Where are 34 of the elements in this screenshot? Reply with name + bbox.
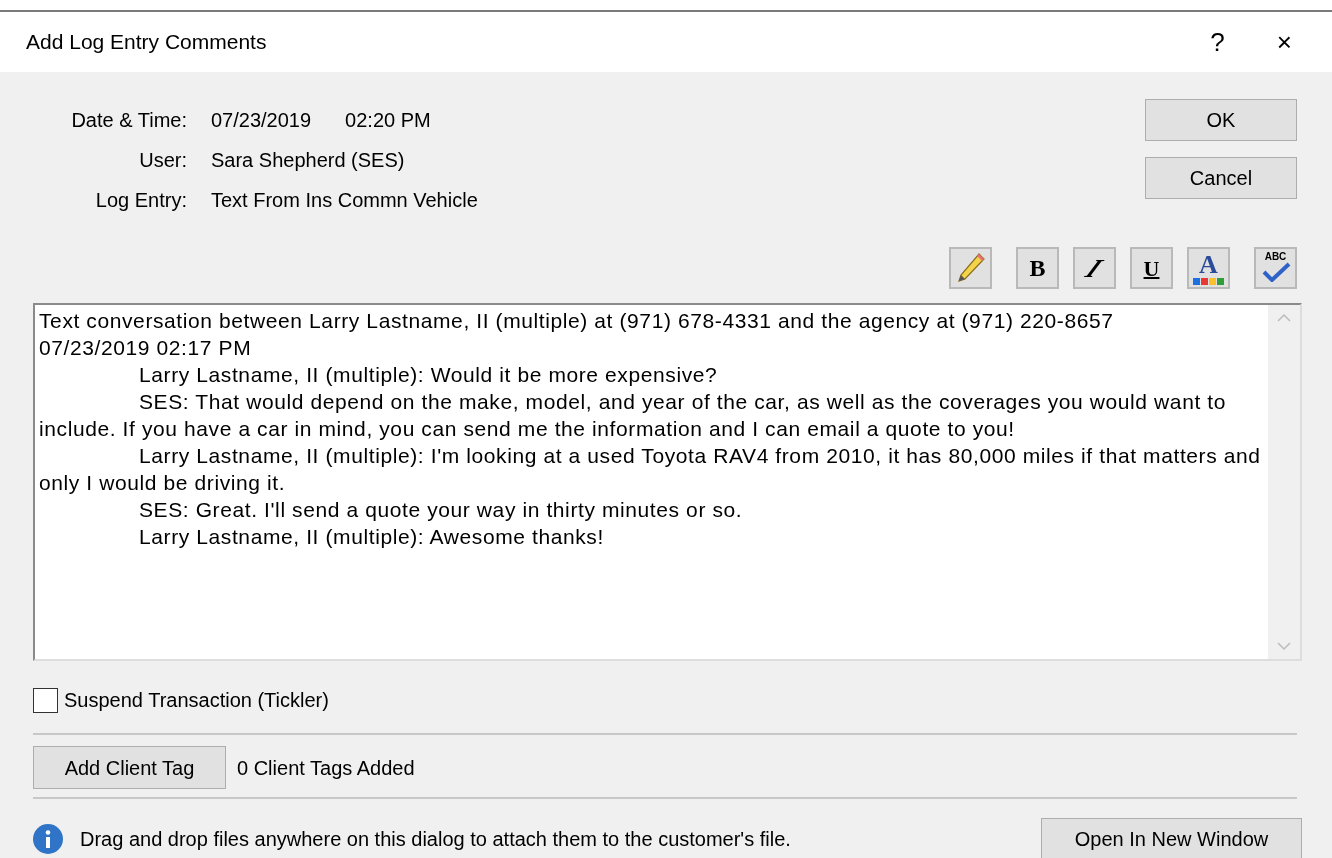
comment-text: 07/23/2019 02:17 PM <box>39 335 253 361</box>
window-title: Add Log Entry Comments <box>26 29 268 56</box>
field-label: User: <box>138 148 187 173</box>
info-text: Drag and drop files anywhere on this dialog to attach them to the customer's file. <box>80 827 792 852</box>
field-label: Log Entry: <box>94 188 187 213</box>
bold-button[interactable]: B <box>1016 247 1059 289</box>
tag-count-text: 0 Client Tags Added <box>237 755 415 781</box>
info-icon <box>33 824 63 854</box>
checkbox-label: Suspend Transaction (Tickler) <box>64 688 329 713</box>
field-value: 02:20 PM <box>345 108 431 133</box>
italic-button[interactable]: I <box>1073 247 1116 289</box>
underline-button[interactable]: U <box>1130 247 1173 289</box>
field-value: Text From Ins Commn Vehicle <box>211 188 478 213</box>
field-value: Sara Shepherd (SES) <box>211 148 405 173</box>
open-in-new-window-button[interactable]: Open In New Window <box>1041 818 1302 858</box>
comment-text: Text conversation between Larry Lastname, II (multiple) at (971) 678-4331 and the agency at (971) 220-8657 <box>39 308 1115 334</box>
comment-text: SES: That would depend on the make, model, and year of the car, as well as the coverages you would want to include. If you have a car in mind, you can send me the information and I can email a quote to you! <box>39 389 1227 442</box>
comment-text: Larry Lastname, II (multiple): Would it be more expensive? <box>138 362 719 388</box>
color-swatches-icon <box>1193 277 1224 285</box>
field-label: Date & Time: <box>70 108 187 133</box>
help-button[interactable]: ? <box>1196 29 1239 55</box>
add-client-tag-button[interactable]: Add Client Tag <box>33 746 226 789</box>
comment-text: Larry Lastname, II (multiple): Awesome thanks! <box>138 524 605 550</box>
comment-text: Larry Lastname, II (multiple): I'm looking at a used Toyota RAV4 from 2010, it has 80,000 miles if that matters and only I would be driving it. <box>39 443 1262 496</box>
cancel-button[interactable]: Cancel <box>1145 157 1297 199</box>
spell-check-button[interactable]: ABC <box>1254 247 1297 289</box>
font-color-button[interactable]: A <box>1187 247 1230 289</box>
comment-text: SES: Great. I'll send a quote your way in thirty minutes or so. <box>138 497 744 523</box>
pencil-button[interactable] <box>949 247 992 289</box>
field-value: 07/23/2019 <box>211 108 312 133</box>
close-button[interactable]: × <box>1262 29 1306 55</box>
ok-button[interactable]: OK <box>1145 99 1297 141</box>
suspend-checkbox[interactable] <box>33 687 58 713</box>
check-icon <box>1260 262 1291 282</box>
